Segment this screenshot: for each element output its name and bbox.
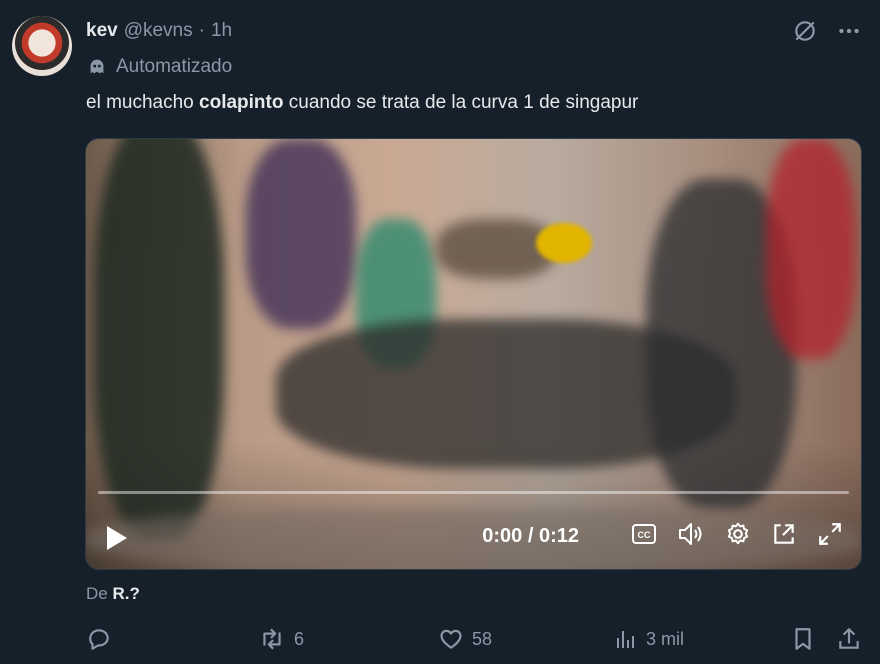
bookmark-icon xyxy=(790,626,816,652)
like-button[interactable]: 58 xyxy=(438,626,492,652)
author-name[interactable]: kev xyxy=(86,20,118,42)
author-handle[interactable]: @kevns xyxy=(124,20,193,42)
like-count: 58 xyxy=(472,628,493,649)
tweet-text-before: el muchacho xyxy=(86,92,200,113)
views-icon xyxy=(614,626,638,652)
source-name[interactable]: R.? xyxy=(112,584,139,603)
tweet-text-after: cuando se trata de la curva 1 de singapu… xyxy=(283,92,639,113)
captions-icon[interactable]: CC xyxy=(631,522,657,546)
automated-label: Automatizado xyxy=(116,56,233,77)
video-time-readout: 0:00 / 0:12 xyxy=(482,525,579,547)
tweet-top-actions xyxy=(792,18,862,44)
automated-badge: Automatizado xyxy=(86,56,232,78)
separator: · xyxy=(198,20,205,41)
fullscreen-icon[interactable] xyxy=(817,521,843,547)
avatar[interactable] xyxy=(12,16,72,76)
retweet-count: 6 xyxy=(294,628,305,649)
video-control-icons: CC xyxy=(631,521,843,547)
source-attribution: De R.? xyxy=(86,584,140,604)
video-player[interactable]: 0:00 / 0:12 CC xyxy=(85,138,862,570)
more-icon[interactable] xyxy=(836,18,862,44)
reply-button[interactable] xyxy=(86,626,112,652)
retweet-icon xyxy=(258,626,286,652)
retweet-button[interactable]: 6 xyxy=(258,626,304,652)
tweet-header: kev @kevns · 1h xyxy=(86,20,232,42)
views-count: 3 mil xyxy=(646,628,685,649)
source-prefix: De xyxy=(86,584,108,603)
video-controls: 0:00 / 0:12 CC xyxy=(86,515,861,559)
settings-icon[interactable] xyxy=(725,521,751,547)
tweet-actions: 6 58 3 mil xyxy=(86,626,862,656)
popout-icon[interactable] xyxy=(771,521,797,547)
views-button[interactable]: 3 mil xyxy=(614,626,684,652)
reply-icon xyxy=(86,626,112,652)
video-progress-track[interactable] xyxy=(98,491,849,494)
bookmark-button[interactable] xyxy=(790,626,816,652)
tweet-text-bold: colapinto xyxy=(199,92,284,113)
like-icon xyxy=(438,626,464,652)
share-button[interactable] xyxy=(836,626,862,652)
bot-icon xyxy=(86,56,108,78)
timestamp[interactable]: 1h xyxy=(211,20,232,42)
play-icon[interactable] xyxy=(104,525,128,551)
share-icon xyxy=(836,626,862,652)
svg-text:CC: CC xyxy=(638,530,651,540)
tweet-text: el muchacho colapinto cuando se trata de… xyxy=(86,92,638,114)
grok-icon[interactable] xyxy=(792,18,818,44)
volume-icon[interactable] xyxy=(677,521,705,547)
